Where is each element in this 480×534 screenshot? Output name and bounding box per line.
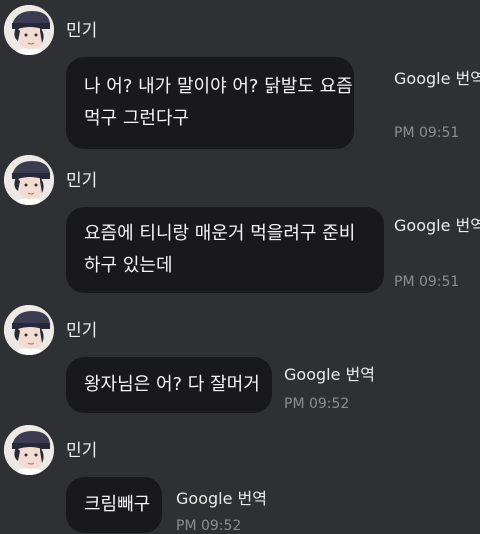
message-line: 왕자님은 어? 다 잘머거	[84, 374, 260, 395]
message-timestamp: PM 09:52	[284, 396, 350, 412]
message-line: 크림빼구	[84, 494, 151, 515]
message-line: 먹구 그런다구	[84, 108, 190, 129]
avatar-image	[4, 5, 54, 55]
google-translate-link[interactable]: Google 번역	[284, 361, 375, 385]
sender-name: 민기	[66, 441, 98, 461]
message-line: 나 어? 내가 말이야 어? 닭발도 요즘	[84, 76, 353, 97]
avatar[interactable]	[4, 155, 54, 205]
avatar-image	[4, 155, 54, 205]
avatar[interactable]	[4, 425, 54, 475]
message-bubble[interactable]: 왕자님은 어? 다 잘머거	[66, 357, 272, 413]
google-translate-link[interactable]: Google 번역	[176, 485, 267, 509]
avatar[interactable]	[4, 305, 54, 355]
google-translate-link[interactable]: Google 번역	[394, 65, 480, 89]
sender-name: 민기	[66, 21, 98, 41]
sender-name: 민기	[66, 321, 98, 341]
message-timestamp: PM 09:52	[176, 518, 242, 534]
message-bubble[interactable]: 요즘에 티니랑 매운거 먹을려구 준비 하구 있는데	[66, 207, 384, 293]
avatar-image	[4, 425, 54, 475]
message-line: 하구 있는데	[84, 255, 173, 276]
message-timestamp: PM 09:51	[394, 125, 460, 141]
message-timestamp: PM 09:51	[394, 274, 460, 290]
avatar-image	[4, 305, 54, 355]
message-line: 요즘에 티니랑 매운거 먹을려구 준비	[84, 223, 356, 244]
sender-name: 민기	[66, 171, 98, 191]
google-translate-link[interactable]: Google 번역	[394, 212, 480, 236]
avatar[interactable]	[4, 5, 54, 55]
message-bubble[interactable]: 나 어? 내가 말이야 어? 닭발도 요즘 먹구 그런다구	[66, 57, 354, 149]
